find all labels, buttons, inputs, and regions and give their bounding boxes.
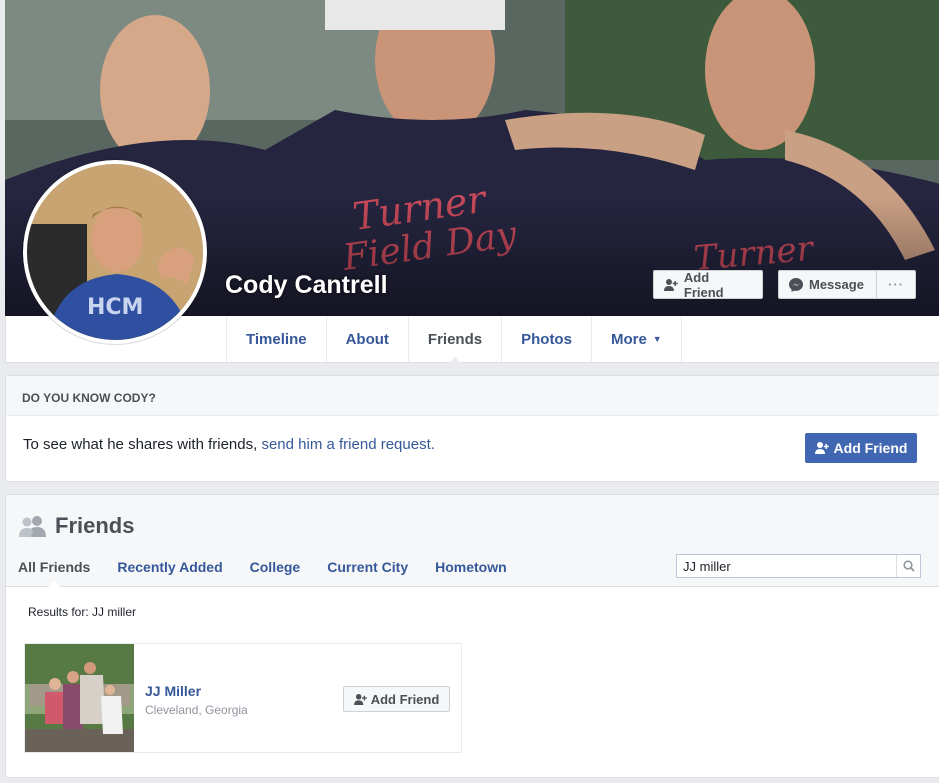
- friend-photo[interactable]: [25, 644, 134, 752]
- profile-avatar[interactable]: HCM: [23, 160, 207, 344]
- subtab-hometown[interactable]: Hometown: [435, 559, 507, 575]
- tab-about[interactable]: About: [327, 316, 409, 362]
- tab-more[interactable]: More ▼: [592, 316, 682, 362]
- friends-title-label: Friends: [55, 513, 135, 538]
- tab-timeline[interactable]: Timeline: [227, 316, 327, 362]
- messenger-icon: [789, 277, 803, 292]
- friends-subtabs: All Friends Recently Added College Curre…: [18, 559, 507, 587]
- add-friend-primary-button[interactable]: Add Friend: [805, 433, 917, 463]
- friend-add-friend-button[interactable]: Add Friend: [343, 686, 450, 712]
- profile-name[interactable]: Cody Cantrell: [225, 271, 388, 300]
- send-friend-request-link[interactable]: send him a friend request.: [261, 436, 434, 453]
- caret-down-icon: ▼: [652, 334, 662, 344]
- subtab-recently-added[interactable]: Recently Added: [117, 559, 222, 575]
- friend-location: Cleveland, Georgia: [145, 703, 248, 717]
- tab-photos[interactable]: Photos: [502, 316, 592, 362]
- friends-card: Friends All Friends Recently Added Colle…: [5, 494, 939, 778]
- tab-more-label: More: [610, 330, 647, 348]
- add-friend-primary-label: Add Friend: [833, 440, 908, 456]
- do-you-know-text: To see what he shares with friends, send…: [23, 436, 435, 453]
- results-for-text: Results for: JJ miller: [28, 605, 137, 619]
- do-you-know-heading: DO YOU KNOW CODY?: [6, 376, 939, 416]
- friends-icon: [19, 516, 46, 537]
- do-you-know-message: To see what he shares with friends,: [23, 436, 262, 453]
- subtab-all-friends[interactable]: All Friends: [18, 559, 90, 587]
- more-options-button[interactable]: ···: [876, 270, 916, 299]
- friends-search-input[interactable]: [677, 555, 896, 577]
- friends-header: Friends All Friends Recently Added Colle…: [6, 495, 939, 587]
- friend-add-friend-label: Add Friend: [370, 691, 440, 707]
- add-person-icon: [814, 442, 829, 454]
- friend-list-item: JJ Miller Cleveland, Georgia Add Friend: [24, 643, 462, 753]
- friends-search: [676, 554, 921, 578]
- avatar-image: HCM: [27, 164, 203, 340]
- friends-title: Friends: [19, 513, 134, 539]
- subtab-college[interactable]: College: [250, 559, 301, 575]
- search-icon: [902, 560, 915, 572]
- friend-photo-image: [25, 644, 134, 752]
- do-you-know-card: DO YOU KNOW CODY? To see what he shares …: [5, 375, 939, 482]
- svg-text:HCM: HCM: [87, 295, 143, 320]
- add-person-icon: [353, 693, 367, 705]
- friend-name-link[interactable]: JJ Miller: [145, 683, 201, 699]
- tab-friends[interactable]: Friends: [409, 316, 503, 363]
- message-button[interactable]: Message: [778, 270, 877, 299]
- subtab-current-city[interactable]: Current City: [327, 559, 408, 575]
- search-button[interactable]: [896, 555, 920, 577]
- add-friend-label: Add Friend: [683, 269, 724, 300]
- add-person-icon: [664, 278, 678, 291]
- add-friend-button[interactable]: Add Friend: [653, 269, 763, 300]
- message-label: Message: [809, 277, 864, 292]
